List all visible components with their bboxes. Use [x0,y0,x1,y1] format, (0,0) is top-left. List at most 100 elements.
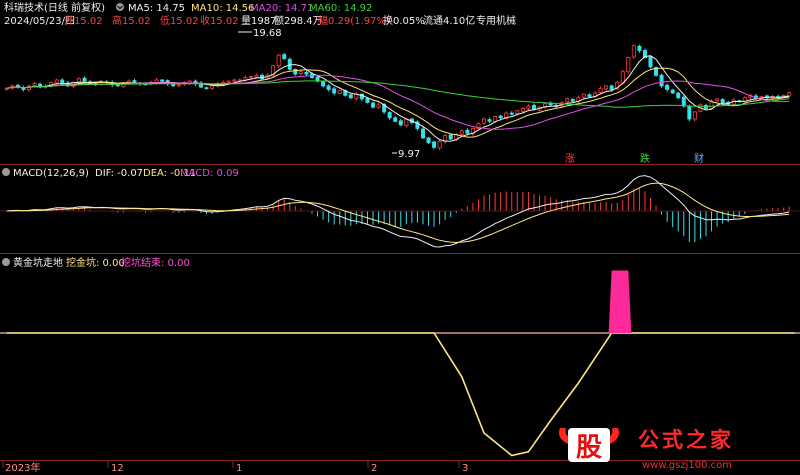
candle-body [565,98,570,103]
candle-body [326,85,331,90]
x-label-2023: 2023年 [5,461,40,474]
candle-body [570,99,575,102]
dropdown-icon[interactable] [116,3,124,11]
candle-body [520,107,525,112]
candle-body [393,117,398,122]
quote-sector: 专用机械 [476,14,516,27]
candle-body [715,98,720,102]
candle-body [581,93,586,98]
quote-turnover: 换0.05% [383,14,425,27]
candle-body [232,79,237,82]
ma5-value: MA5: 14.75 [128,3,185,14]
candle-body [282,54,287,60]
candle-body [720,99,725,103]
quote-high: 高15.02 [112,14,151,27]
x-label-mar: 3 [462,463,468,474]
ma20-value: MA20: 14.71 [250,3,313,14]
quote-open: 开15.02 [64,16,103,27]
candle-body [459,130,464,135]
candle-body [432,141,437,148]
event-fall[interactable]: 跌 [640,152,650,165]
x-label-jan: 1 [236,463,242,474]
candle-body [498,115,503,119]
candle-body [787,92,792,97]
candle-body [437,141,442,149]
dropdown-icon[interactable] [2,168,10,176]
candle-body [531,105,536,110]
candle-body [631,45,636,58]
candle-body [371,102,376,108]
quote-volume: 量1987 [241,15,276,27]
macd-header: MACD(12,26,9) DIF: -0.07 DEA: -0.11 MACD… [2,168,239,179]
candle-body [626,57,631,73]
low-price-label: 9.97 [398,149,420,160]
dropdown-icon[interactable] [2,258,10,266]
indicator-header: 黄金坑走地 挖金坑: 0.00 挖坑结束: 0.00 [2,256,190,269]
candle-body [665,84,670,90]
candle-body [387,112,392,119]
pit-end-spike [608,270,632,333]
macd-hist: MACD: 0.09 [180,168,239,179]
x-label-feb: 2 [371,463,377,474]
candle-body [676,92,681,99]
candle-body [132,80,137,83]
candle-body [276,54,281,67]
candle-body [204,87,209,90]
quote-header: 2024/05/23/四 开15.02 高15.02 低15.02 收15.02… [4,14,516,27]
quote-float: 流通4.10亿 [423,14,475,27]
macd-title: MACD(12,26,9) [13,168,89,179]
high-price-label: 19.68 [253,28,282,39]
golden-pit-value: 挖金坑: 0.00 [66,256,125,269]
candle-body [482,118,487,124]
candle-body [376,104,381,108]
candle-body [681,96,686,107]
candle-body [248,76,253,78]
pit-end-value: 挖坑结束: 0.00 [121,256,190,269]
candle-body [620,71,625,84]
candle-body [637,45,642,51]
candle-body [404,118,409,126]
site-url: www.gszj100.com [642,460,732,471]
candle-body [609,85,614,90]
macd-dif: DIF: -0.07 [95,168,143,179]
candle-body [420,128,425,139]
candle-body [448,134,453,140]
candle-body [587,94,592,97]
candle-body [526,105,531,109]
candle-body [176,84,181,87]
candle-body [337,90,342,94]
candle-body [54,79,59,84]
candle-body [493,116,498,122]
candle-body [293,68,298,75]
candle-body [304,71,309,75]
candle-body [210,85,215,89]
quote-low: 低15.02 [160,14,199,27]
candle-body [60,79,65,84]
candle-body [604,85,609,90]
candle-body [82,77,87,82]
logo-char: 股 [576,433,602,463]
candle-body [226,80,231,83]
candle-body [648,56,653,68]
candle-body [487,119,492,122]
quote-amount: 额298.4万 [274,14,323,27]
candle-body [171,83,176,87]
slogan: 公式之家 [638,428,734,452]
candle-body [426,137,431,144]
candle-body [692,111,697,120]
ma60-value: MA60: 14.92 [309,3,372,14]
candle-body [687,106,692,120]
candle-body [298,71,303,74]
candle-body [670,89,675,94]
quote-close: 收15.02 [200,14,239,27]
candle-body [160,79,165,82]
candle-body [398,120,403,126]
candle-body [509,112,514,115]
candle-body [332,88,337,94]
candle-body [515,110,520,115]
candle-body [659,74,664,87]
event-rise[interactable]: 涨 [565,153,575,165]
candle-body [598,87,603,93]
x-label-dec: 12 [111,463,124,474]
event-finance[interactable]: 财 [694,152,704,165]
